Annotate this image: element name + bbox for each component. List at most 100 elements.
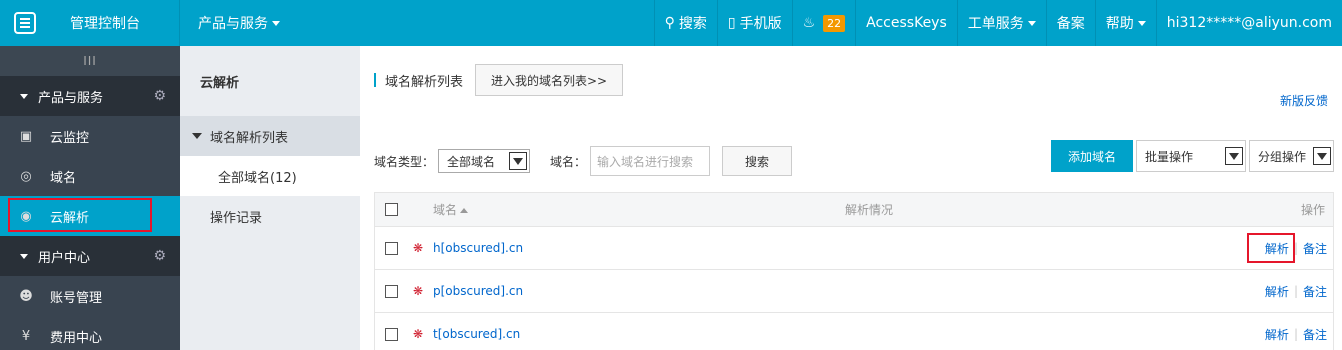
batch-operation-select[interactable]: 批量操作 <box>1136 140 1246 172</box>
domain-label: 域名： <box>550 154 587 169</box>
globe-icon: ◎ <box>20 168 32 184</box>
left-nav: III 产品与服务 ⚙ ▣ 云监控 ◎ 域名 ◉ 云解析 用户中心 ⚙ ☻ 账号… <box>0 46 180 350</box>
bell-icon: ♨ <box>802 15 816 31</box>
domain-type-value: 全部域名 <box>447 154 496 169</box>
domain-status-icon: ❋ <box>413 327 424 341</box>
remark-link[interactable]: 备注 <box>1303 283 1327 300</box>
domain-search-input[interactable]: 输入域名进行搜索 <box>590 146 711 176</box>
chevron-down-icon <box>509 152 528 170</box>
table-row: ❋ p[obscured].cn 解析 | 备注 <box>375 270 1333 313</box>
logo-icon <box>14 12 36 34</box>
feedback-link[interactable]: 新版反馈 <box>1280 92 1328 109</box>
resolve-link[interactable]: 解析 <box>1265 240 1289 257</box>
row-checkbox[interactable] <box>385 241 398 255</box>
phone-icon: ▯ <box>727 15 736 31</box>
row-checkbox[interactable] <box>385 284 398 298</box>
resolve-link[interactable]: 解析 <box>1265 283 1289 300</box>
resolve-link[interactable]: 解析 <box>1265 326 1289 343</box>
subnav-item-operation-log[interactable]: 操作记录 <box>180 196 360 236</box>
row-actions: 解析 | 备注 <box>1265 240 1327 257</box>
add-domain-button[interactable]: 添加域名 <box>1051 140 1133 172</box>
batch-operation-value: 批量操作 <box>1145 149 1194 164</box>
sidebar-item-domain[interactable]: ◎ 域名 <box>0 156 180 196</box>
group-operation-select[interactable]: 分组操作 <box>1249 140 1334 172</box>
top-bar: 管理控制台 产品与服务 ⚲ 搜索 ▯ 手机版 ♨ 22 AccessKeys 工单服务… <box>0 0 1342 46</box>
column-header-status: 解析情况 <box>845 203 894 217</box>
mobile-label: 手机版 <box>739 16 782 32</box>
title-accent <box>374 73 376 87</box>
domain-link[interactable]: p[obscured].cn <box>433 284 523 298</box>
nav-group-user[interactable]: 用户中心 ⚙ <box>0 236 180 276</box>
ticket-menu[interactable]: 工单服务 <box>956 0 1046 46</box>
nav-group-label: 用户中心 <box>38 250 91 266</box>
column-header-label: 域名 <box>433 203 458 217</box>
sidebar-item-billing[interactable]: ¥ 费用中心 <box>0 316 180 350</box>
help-menu[interactable]: 帮助 <box>1094 0 1156 46</box>
separator: | <box>1293 241 1298 255</box>
remark-link[interactable]: 备注 <box>1303 326 1327 343</box>
row-checkbox[interactable] <box>385 327 398 341</box>
separator: | <box>1293 327 1298 341</box>
sidebar-item-account[interactable]: ☻ 账号管理 <box>0 276 180 316</box>
user-icon: ☻ <box>19 288 33 304</box>
nav-group-products[interactable]: 产品与服务 ⚙ <box>0 76 180 116</box>
sidebar-item-label: 费用中心 <box>50 330 103 346</box>
column-header-domain[interactable]: 域名 <box>433 201 469 218</box>
domain-status-icon: ❋ <box>413 284 424 298</box>
search-link[interactable]: ⚲ 搜索 <box>653 0 717 46</box>
column-header-operation: 操作 <box>1300 203 1325 217</box>
filter-bar: 域名类型： 全部域名 域名： 输入域名进行搜索 搜索 添加域名 批量操作 分组操… <box>374 140 1334 176</box>
separator: | <box>1293 284 1298 298</box>
search-icon: ⚲ <box>664 15 675 31</box>
domain-link[interactable]: t[obscured].cn <box>433 327 520 341</box>
chevron-down-icon <box>1225 147 1243 165</box>
products-menu[interactable]: 产品与服务 <box>180 0 290 46</box>
products-label: 产品与服务 <box>198 16 268 32</box>
domain-type-select[interactable]: 全部域名 <box>438 149 531 173</box>
table-row: ❋ h[obscured].cn 解析 | 备注 <box>375 227 1333 270</box>
sidebar-item-label: 域名 <box>50 170 77 186</box>
nav-group-label: 产品与服务 <box>38 90 104 106</box>
mobile-link[interactable]: ▯ 手机版 <box>716 0 792 46</box>
table-row: ❋ t[obscured].cn 解析 | 备注 <box>375 313 1333 350</box>
sidebar-item-monitor[interactable]: ▣ 云监控 <box>0 116 180 156</box>
subnav-title: 云解析 <box>200 75 240 91</box>
account-menu[interactable]: hi312*****@aliyun.com <box>1155 0 1342 46</box>
main-content: 域名解析列表 进入我的域名列表>> 新版反馈 域名类型： 全部域名 域名： 输入… <box>360 46 1342 350</box>
search-button[interactable]: 搜索 <box>722 146 793 176</box>
aliyun-logo[interactable] <box>0 0 50 46</box>
row-actions: 解析 | 备注 <box>1265 283 1327 300</box>
ticket-label: 工单服务 <box>967 16 1024 32</box>
accesskeys-link[interactable]: AccessKeys <box>855 0 957 46</box>
search-label: 搜索 <box>678 16 707 32</box>
remark-link[interactable]: 备注 <box>1303 240 1327 257</box>
subnav-item-all-domains[interactable]: 全部域名(12) <box>180 156 360 196</box>
help-label: 帮助 <box>1105 16 1134 32</box>
domain-table: 域名 解析情况 操作 ❋ h[obscured].cn 解析 | 备注 ❋ p[… <box>374 192 1334 350</box>
yen-icon: ¥ <box>21 328 31 344</box>
sidebar-item-dns[interactable]: ◉ 云解析 <box>0 196 180 236</box>
row-actions: 解析 | 备注 <box>1265 326 1327 343</box>
chevron-down-icon <box>1027 20 1036 26</box>
domain-link[interactable]: h[obscured].cn <box>433 241 523 255</box>
gear-icon[interactable]: ⚙ <box>153 88 166 104</box>
chevron-down-icon <box>1137 20 1146 26</box>
caret-down-icon <box>192 133 202 139</box>
table-header: 域名 解析情况 操作 <box>375 193 1333 227</box>
sidebar-item-label: 账号管理 <box>50 290 103 306</box>
sort-asc-icon <box>460 208 469 213</box>
domain-status-icon: ❋ <box>413 241 424 255</box>
sidebar-item-label: 云监控 <box>50 130 90 146</box>
beian-link[interactable]: 备案 <box>1045 0 1095 46</box>
console-link[interactable]: 管理控制台 <box>50 0 180 46</box>
subnav-group-domain-list[interactable]: 域名解析列表 <box>180 116 360 156</box>
select-all-checkbox[interactable] <box>385 203 398 216</box>
notification-badge: 22 <box>823 14 846 32</box>
page-title: 域名解析列表 <box>385 74 464 90</box>
gear-icon[interactable]: ⚙ <box>153 248 166 264</box>
notifications[interactable]: ♨ 22 <box>791 0 856 46</box>
caret-down-icon <box>20 253 28 259</box>
collapse-toggle[interactable]: III <box>0 46 180 76</box>
chevron-down-icon <box>272 20 280 26</box>
goto-domain-list-button[interactable]: 进入我的域名列表>> <box>475 64 624 96</box>
